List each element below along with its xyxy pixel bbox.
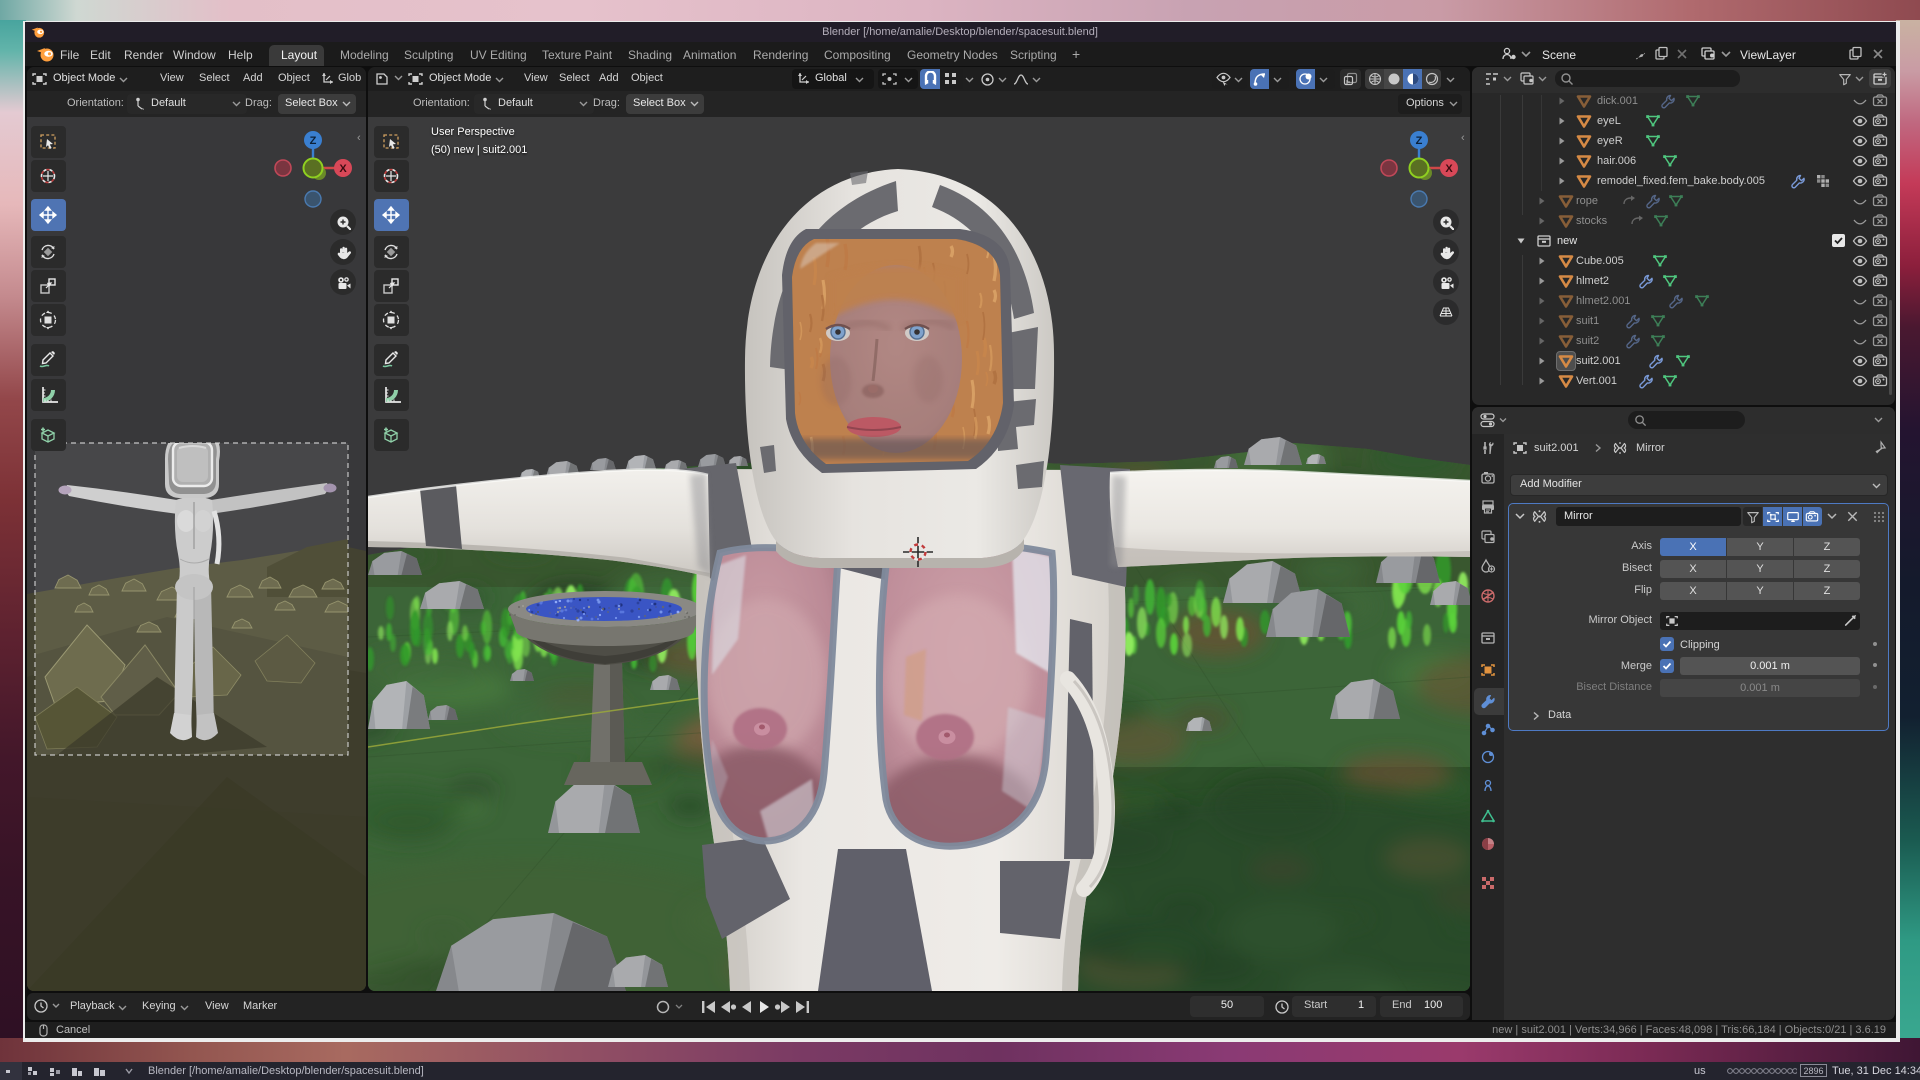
svg-text:Z: Z bbox=[1416, 135, 1423, 147]
svg-text:X: X bbox=[339, 163, 347, 175]
svg-text:X: X bbox=[1445, 163, 1453, 175]
svg-text:Z: Z bbox=[310, 135, 317, 147]
